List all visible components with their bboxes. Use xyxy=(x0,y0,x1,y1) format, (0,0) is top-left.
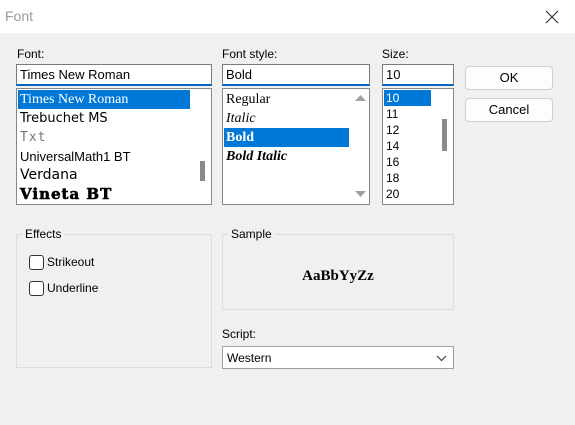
style-item-italic[interactable]: Italic xyxy=(224,109,349,128)
scrollbar-thumb[interactable] xyxy=(200,161,205,181)
font-label: Font: xyxy=(17,47,45,61)
style-item-bold[interactable]: Bold xyxy=(224,128,349,147)
ok-button[interactable]: OK xyxy=(465,66,553,90)
size-label: Size: xyxy=(382,47,409,61)
size-item-18[interactable]: 18 xyxy=(384,170,431,186)
size-item-16[interactable]: 16 xyxy=(384,154,431,170)
size-item-20[interactable]: 20 xyxy=(384,186,431,202)
font-item-times-new-roman[interactable]: Times New Roman xyxy=(18,90,190,109)
font-item-vineta-bt[interactable]: Vineta BT xyxy=(18,185,190,204)
size-input[interactable]: 10 xyxy=(382,64,454,86)
cancel-button[interactable]: Cancel xyxy=(465,98,553,122)
sample-text: AaBbYyZz xyxy=(302,268,374,284)
effects-group xyxy=(16,234,212,368)
style-item-bold-italic[interactable]: Bold Italic xyxy=(224,147,349,166)
size-item-14[interactable]: 14 xyxy=(384,138,431,154)
font-style-input[interactable]: Bold xyxy=(222,64,370,86)
script-select-value: Western xyxy=(227,351,272,365)
underline-checkbox[interactable] xyxy=(29,281,44,296)
close-button[interactable] xyxy=(529,0,575,33)
window-title: Font xyxy=(5,8,34,24)
script-select[interactable]: Western xyxy=(222,346,454,369)
font-input[interactable]: Times New Roman xyxy=(16,64,212,86)
size-list-scrollbar[interactable] xyxy=(436,89,453,204)
font-item-verdana[interactable]: Verdana xyxy=(18,166,190,185)
strikeout-label[interactable]: Strikeout xyxy=(47,255,94,269)
font-style-scrollbar[interactable] xyxy=(352,89,369,204)
size-item-10[interactable]: 10 xyxy=(384,90,431,106)
size-item-12[interactable]: 12 xyxy=(384,122,431,138)
scrollbar-thumb[interactable] xyxy=(442,119,447,151)
scroll-down-arrow-icon[interactable] xyxy=(355,190,366,198)
strikeout-checkbox[interactable] xyxy=(29,255,44,270)
size-item-11[interactable]: 11 xyxy=(384,106,431,122)
font-item-trebuchet-ms[interactable]: Trebuchet MS xyxy=(18,109,190,128)
chevron-down-icon xyxy=(436,355,447,362)
font-item-txt[interactable]: Txt xyxy=(18,128,190,147)
effects-label: Effects xyxy=(22,227,65,241)
size-list[interactable]: 10 11 12 14 16 18 20 xyxy=(382,88,454,205)
scroll-up-arrow-icon[interactable] xyxy=(355,94,366,102)
close-icon xyxy=(545,10,559,23)
script-label: Script: xyxy=(222,327,257,341)
font-style-list[interactable]: Regular Italic Bold Bold Italic xyxy=(222,88,370,205)
sample-label: Sample xyxy=(228,227,275,241)
font-style-label: Font style: xyxy=(222,47,278,61)
style-item-regular[interactable]: Regular xyxy=(224,90,349,109)
font-list[interactable]: Times New Roman Trebuchet MS Txt Univers… xyxy=(16,88,212,205)
title-bar: Font xyxy=(0,0,575,33)
font-list-scrollbar[interactable] xyxy=(194,89,211,204)
font-item-universalmath1-bt[interactable]: UniversalMath1 BT xyxy=(18,147,190,166)
underline-label[interactable]: Underline xyxy=(47,281,98,295)
